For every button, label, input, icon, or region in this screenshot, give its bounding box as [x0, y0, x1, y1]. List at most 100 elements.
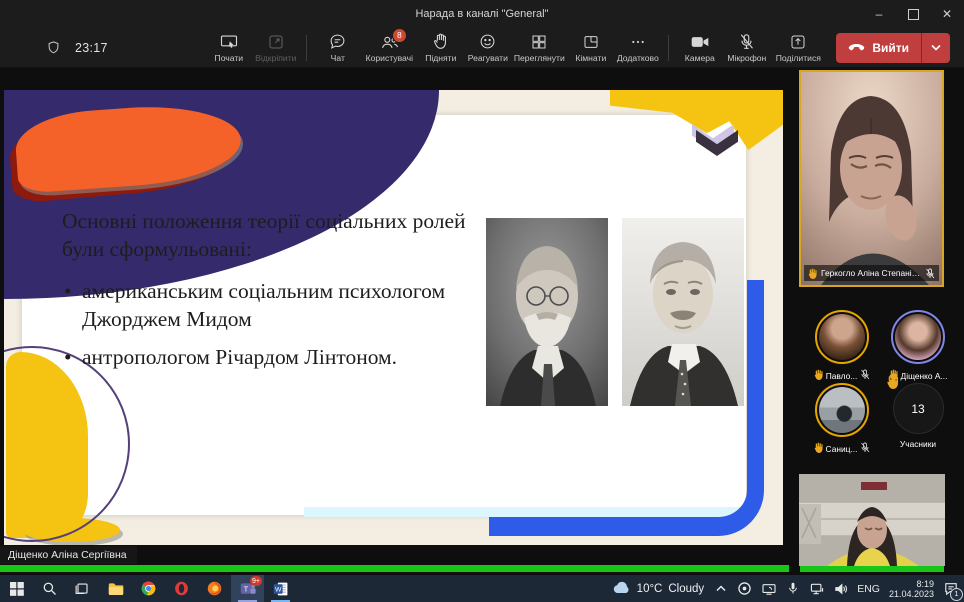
- leave-button[interactable]: Вийти: [836, 32, 950, 63]
- mic-off-icon: [860, 369, 870, 382]
- portrait-photo-linton: [622, 218, 744, 406]
- video-tile-herkohlo[interactable]: Геркогло Аліна Степанівна: [799, 70, 944, 287]
- raised-hand-icon: [808, 268, 817, 279]
- toolbar-divider: [668, 34, 670, 61]
- participants-overflow[interactable]: 13 Учасники: [880, 374, 956, 449]
- avatar: [819, 387, 865, 433]
- chrome-icon[interactable]: [132, 575, 165, 602]
- teams-taskbar-icon[interactable]: T 9+: [231, 575, 264, 602]
- react-button[interactable]: Реагувати: [464, 33, 511, 63]
- shared-presentation-slide: Основні положення теорії соціальних роле…: [4, 90, 783, 545]
- chat-icon: [329, 33, 346, 51]
- grid-icon: [531, 33, 547, 51]
- portrait-photo-mead: [486, 218, 608, 406]
- slide-bullet: американським соціальним психологом Джор…: [62, 278, 452, 334]
- windows-taskbar: T 9+ W 10°C Cloudy ENG 8:19 21.04.2023 1: [0, 575, 964, 602]
- share-button[interactable]: Поділитися: [770, 33, 826, 63]
- meeting-toolbar: 23:17 Почати Відкріпити Чат 8 Користувач…: [0, 27, 964, 68]
- chat-button[interactable]: Чат: [314, 33, 361, 63]
- start-button[interactable]: [0, 575, 33, 602]
- participant-name: Діщенко А...: [900, 370, 948, 381]
- weather-temp: 10°C: [636, 582, 663, 595]
- avatar-label: Саниц...: [814, 442, 871, 455]
- window-title: Нарада в каналі "General": [415, 8, 549, 20]
- titlebar: Нарада в каналі "General" – ✕: [0, 0, 964, 28]
- volume-icon[interactable]: [833, 581, 848, 597]
- participants-badge: 8: [391, 27, 407, 43]
- smiley-icon: [479, 33, 496, 51]
- participant-sanyts[interactable]: Саниц...: [804, 383, 880, 455]
- leave-label: Вийти: [872, 40, 909, 55]
- window-maximize-button[interactable]: [896, 0, 930, 28]
- file-explorer-icon[interactable]: [99, 575, 132, 602]
- start-recording-button[interactable]: Почати: [205, 33, 252, 63]
- avatar-ring: [815, 383, 869, 437]
- tile-name-bar: Геркогло Аліна Степанівна: [804, 265, 939, 281]
- screen-share-icon: [220, 33, 238, 51]
- taskbar-clock[interactable]: 8:19 21.04.2023: [889, 579, 934, 599]
- svg-text:W: W: [274, 586, 281, 593]
- microphone-button[interactable]: Мікрофон: [723, 33, 770, 63]
- participant-dishchenko[interactable]: Діщенко А...: [880, 310, 956, 382]
- opera-icon[interactable]: [165, 575, 198, 602]
- action-center-icon[interactable]: 1: [943, 581, 963, 601]
- hidden-icons-chevron[interactable]: [713, 581, 728, 597]
- firefox-icon[interactable]: [198, 575, 231, 602]
- mic-off-icon: [860, 442, 870, 455]
- slide-text-block: Основні положення теорії соціальних роле…: [62, 208, 470, 382]
- video-frame: [801, 72, 942, 285]
- weather-desc: Cloudy: [668, 582, 705, 595]
- video-tile-presenter[interactable]: [799, 474, 945, 566]
- mic-off-icon: [925, 268, 935, 279]
- hand-icon: [433, 33, 448, 51]
- system-tray: 10°C Cloudy ENG 8:19 21.04.2023 1: [612, 579, 964, 601]
- avatar-label: Павло...: [814, 369, 871, 382]
- search-button[interactable]: [33, 575, 66, 602]
- avatar-ring: [815, 310, 869, 364]
- popout-button: Відкріпити: [252, 33, 299, 63]
- hangup-icon: [848, 41, 865, 55]
- date: 21.04.2023: [888, 588, 934, 599]
- video-frame: [799, 474, 945, 566]
- more-button[interactable]: Додатково: [614, 33, 661, 63]
- view-button[interactable]: Переглянути: [511, 33, 567, 63]
- meeting-stage: Основні положення теорії соціальних роле…: [0, 68, 964, 575]
- popout-icon: [268, 33, 284, 51]
- svg-text:T: T: [243, 584, 248, 593]
- participants-button[interactable]: 8 Користувачі: [361, 27, 417, 63]
- participant-pavlo[interactable]: Павло...: [804, 310, 880, 382]
- rooms-button[interactable]: Кімнати: [567, 33, 614, 63]
- raised-hand-icon: [814, 442, 823, 455]
- time: 8:19: [916, 578, 934, 589]
- overflow-count: 13: [911, 401, 925, 416]
- slide-bullet-list: американським соціальним психологом Джор…: [62, 278, 470, 372]
- camera-icon: [691, 33, 709, 51]
- participant-name: Саниц...: [825, 443, 858, 454]
- raise-hand-button[interactable]: Підняти: [417, 33, 464, 63]
- screen-share-border: [0, 565, 789, 572]
- taskbar-weather[interactable]: 10°C Cloudy: [612, 581, 705, 597]
- record-status-icon[interactable]: [737, 581, 752, 597]
- toolbar-divider: [306, 34, 308, 61]
- language-indicator[interactable]: ENG: [857, 583, 880, 595]
- window-close-button[interactable]: ✕: [930, 0, 964, 28]
- cast-display-icon[interactable]: [761, 581, 776, 597]
- window-minimize-button[interactable]: –: [862, 0, 896, 28]
- word-taskbar-icon[interactable]: W: [264, 575, 297, 602]
- task-view-button[interactable]: [66, 575, 99, 602]
- shield-icon: [46, 40, 61, 56]
- screen-share-border-side: [800, 566, 944, 572]
- cloud-icon: [612, 581, 631, 597]
- participant-name: Павло...: [825, 370, 858, 381]
- leave-options-caret[interactable]: [921, 32, 950, 63]
- presenter-name-label: Діщенко Аліна Сергіївна: [0, 546, 137, 564]
- microphone-tray-icon[interactable]: [785, 581, 800, 597]
- slide-bullet: антропологом Річардом Лінтоном.: [62, 344, 452, 372]
- network-icon[interactable]: [809, 581, 824, 597]
- toolbar-buttons: Почати Відкріпити Чат 8 Користувачі Підн…: [205, 27, 950, 63]
- slide-heading: Основні положення теорії соціальних роле…: [62, 209, 466, 261]
- avatar: [819, 314, 865, 360]
- teams-badge: 9+: [250, 576, 262, 586]
- meeting-info: 23:17: [46, 40, 108, 56]
- camera-button[interactable]: Камера: [676, 33, 723, 63]
